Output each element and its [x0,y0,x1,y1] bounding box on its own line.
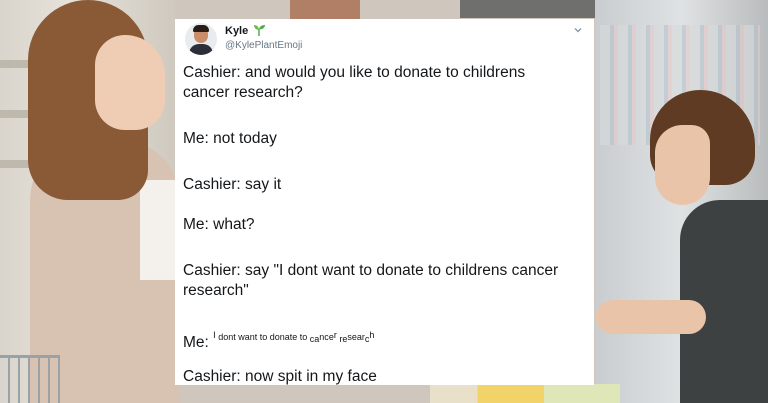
tweet-line: Cashier: and would you like to donate to… [183,64,526,81]
avatar[interactable] [185,23,217,55]
background-bag [460,0,600,18]
cashier-face [655,125,710,205]
tweet-line: Cashier: say it [183,176,282,193]
tweet-line: Cashier: say "I dont want to donate to c… [183,262,559,279]
tweet-line: Me: not today [183,130,277,147]
tweet-line: Me: what? [183,216,255,233]
sprout-icon [254,25,265,36]
woman-shirt [140,180,175,280]
chevron-down-icon[interactable] [573,25,583,35]
tweet-line: Cashier: now spit in my face [183,368,377,385]
user-handle[interactable]: @KylePlantEmoji [225,40,302,51]
tiny-text: I dont want to donate to cancer research [213,330,375,344]
tweet-line: research" [183,282,249,299]
tweet-card: Kyle @KylePlantEmoji Cashier: and would … [175,19,594,385]
cashier-arm [596,300,706,334]
display-name[interactable]: Kyle [225,25,248,37]
shopping-cart [0,355,60,403]
woman-face [95,35,165,130]
background-person [290,0,360,20]
speaker-label: Me: [183,334,209,351]
tweet-line: cancer research? [183,84,303,101]
produce-on-counter [430,384,620,403]
tweet-line-tiny-reply: Me: I dont want to donate to cancer rese… [183,325,374,353]
